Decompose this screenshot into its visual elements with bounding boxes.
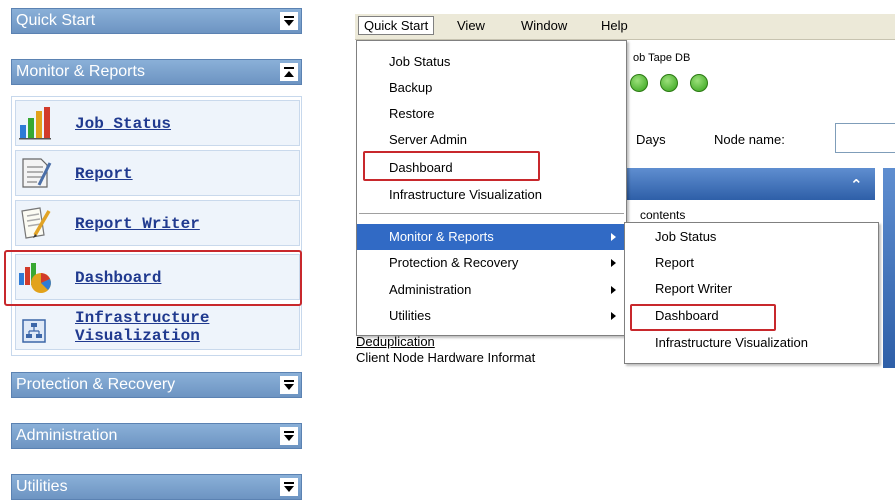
highlight-box-dashboard-menu <box>363 151 540 181</box>
menu-quick-start[interactable]: Quick Start <box>358 16 435 35</box>
nav-section-utilities[interactable]: Utilities <box>11 474 302 500</box>
menu-item-utilities[interactable]: Utilities <box>357 303 626 329</box>
days-label: Days <box>636 132 666 147</box>
highlight-box-dashboard-nav <box>4 250 302 306</box>
collapse-icon[interactable] <box>280 63 298 81</box>
label-line-2: Visualization <box>75 327 200 345</box>
background-text: contents <box>640 208 686 222</box>
nav-section-label: Quick Start <box>16 12 96 29</box>
submenu-arrow-icon <box>611 286 616 294</box>
nav-item-label[interactable]: Job Status <box>75 115 171 133</box>
menu-item-monitor-reports[interactable]: Monitor & Reports <box>357 224 626 250</box>
nav-item-report-writer[interactable]: Report Writer <box>15 200 300 246</box>
background-link[interactable]: Deduplication <box>356 334 435 349</box>
menu-separator <box>359 213 624 215</box>
menu-item-label: Server Admin <box>389 132 468 147</box>
submenu-arrow-icon <box>611 312 616 320</box>
menu-item-label: Backup <box>389 80 433 95</box>
menu-item-administration[interactable]: Administration <box>357 277 626 303</box>
submenu-arrow-icon <box>611 259 616 267</box>
nav-item-label[interactable]: Report Writer <box>75 215 200 233</box>
background-text: Client Node Hardware Informat <box>356 350 536 365</box>
menu-item-label: Infrastructure Visualization <box>389 187 542 202</box>
node-name-label: Node name: <box>714 132 785 147</box>
menu-bar: Quick Start View Window Help <box>355 14 895 40</box>
menu-item-label: Utilities <box>389 308 431 323</box>
nav-item-job-status[interactable]: Job Status <box>15 100 300 146</box>
submenu-item-report[interactable]: Report <box>655 250 694 276</box>
submenu-item-report-writer[interactable]: Report Writer <box>655 276 732 302</box>
submenu-item-infrastructure-visualization[interactable]: Infrastructure Visualization <box>655 330 808 356</box>
expand-icon[interactable] <box>280 478 298 496</box>
nav-item-infrastructure-visualization[interactable]: Infrastructure Visualization <box>15 304 300 350</box>
highlight-box-dashboard-submenu <box>630 304 776 331</box>
menu-item-label: Monitor & Reports <box>389 229 494 244</box>
nav-section-label: Administration <box>16 427 118 444</box>
expand-icon[interactable] <box>280 427 298 445</box>
node-name-input[interactable] <box>835 123 895 153</box>
nav-item-label[interactable]: Report <box>75 165 133 183</box>
menu-item-label: Job Status <box>389 54 451 69</box>
submenu-arrow-icon <box>611 233 616 241</box>
double-chevron-up-icon[interactable]: ⌃ <box>850 176 863 194</box>
menu-item-backup[interactable]: Backup <box>357 75 626 101</box>
menu-item-job-status[interactable]: Job Status <box>357 49 626 75</box>
menu-help[interactable]: Help <box>601 18 628 33</box>
nav-section-monitor-reports[interactable]: Monitor & Reports <box>11 59 302 85</box>
label-line-1: Infrastructure <box>75 309 210 327</box>
menu-item-infrastructure-visualization[interactable]: Infrastructure Visualization <box>357 182 626 208</box>
panel-header-bar <box>625 168 875 200</box>
submenu-item-job-status[interactable]: Job Status <box>655 224 716 250</box>
nav-section-quick-start[interactable]: Quick Start <box>11 8 302 34</box>
report-writer-icon <box>17 205 53 241</box>
menu-item-label: Administration <box>389 282 472 297</box>
expand-icon[interactable] <box>280 376 298 394</box>
nav-item-label[interactable]: Infrastructure Visualization <box>75 309 209 345</box>
nav-section-label: Monitor & Reports <box>16 63 145 80</box>
check-icon <box>660 74 678 92</box>
status-column-labels: ob Tape DB <box>633 52 691 64</box>
check-icon <box>630 74 648 92</box>
menu-item-protection-recovery[interactable]: Protection & Recovery <box>357 250 626 276</box>
menu-item-restore[interactable]: Restore <box>357 101 626 127</box>
nav-section-label: Protection & Recovery <box>16 376 176 393</box>
nav-item-report[interactable]: Report <box>15 150 300 196</box>
nav-section-label: Utilities <box>16 478 68 495</box>
quick-start-menu: Job Status Backup Restore Server Admin D… <box>356 40 627 336</box>
check-icon <box>690 74 708 92</box>
menu-item-server-admin[interactable]: Server Admin <box>357 127 626 153</box>
bar-chart-icon <box>17 105 53 141</box>
menu-window[interactable]: Window <box>521 18 567 33</box>
monitor-reports-submenu: Job Status Report Report Writer Dashboar… <box>624 222 879 364</box>
report-icon <box>17 155 53 191</box>
nav-section-protection-recovery[interactable]: Protection & Recovery <box>11 372 302 398</box>
expand-icon[interactable] <box>280 12 298 30</box>
menu-item-label: Restore <box>389 106 435 121</box>
menu-item-label: Protection & Recovery <box>389 255 519 270</box>
network-diagram-icon <box>17 309 53 345</box>
panel-header-bar-right <box>883 168 895 368</box>
monitor-reports-item-list: Job Status Report Report Writer Dashboar… <box>11 96 302 356</box>
nav-section-administration[interactable]: Administration <box>11 423 302 449</box>
menu-view[interactable]: View <box>457 18 485 33</box>
